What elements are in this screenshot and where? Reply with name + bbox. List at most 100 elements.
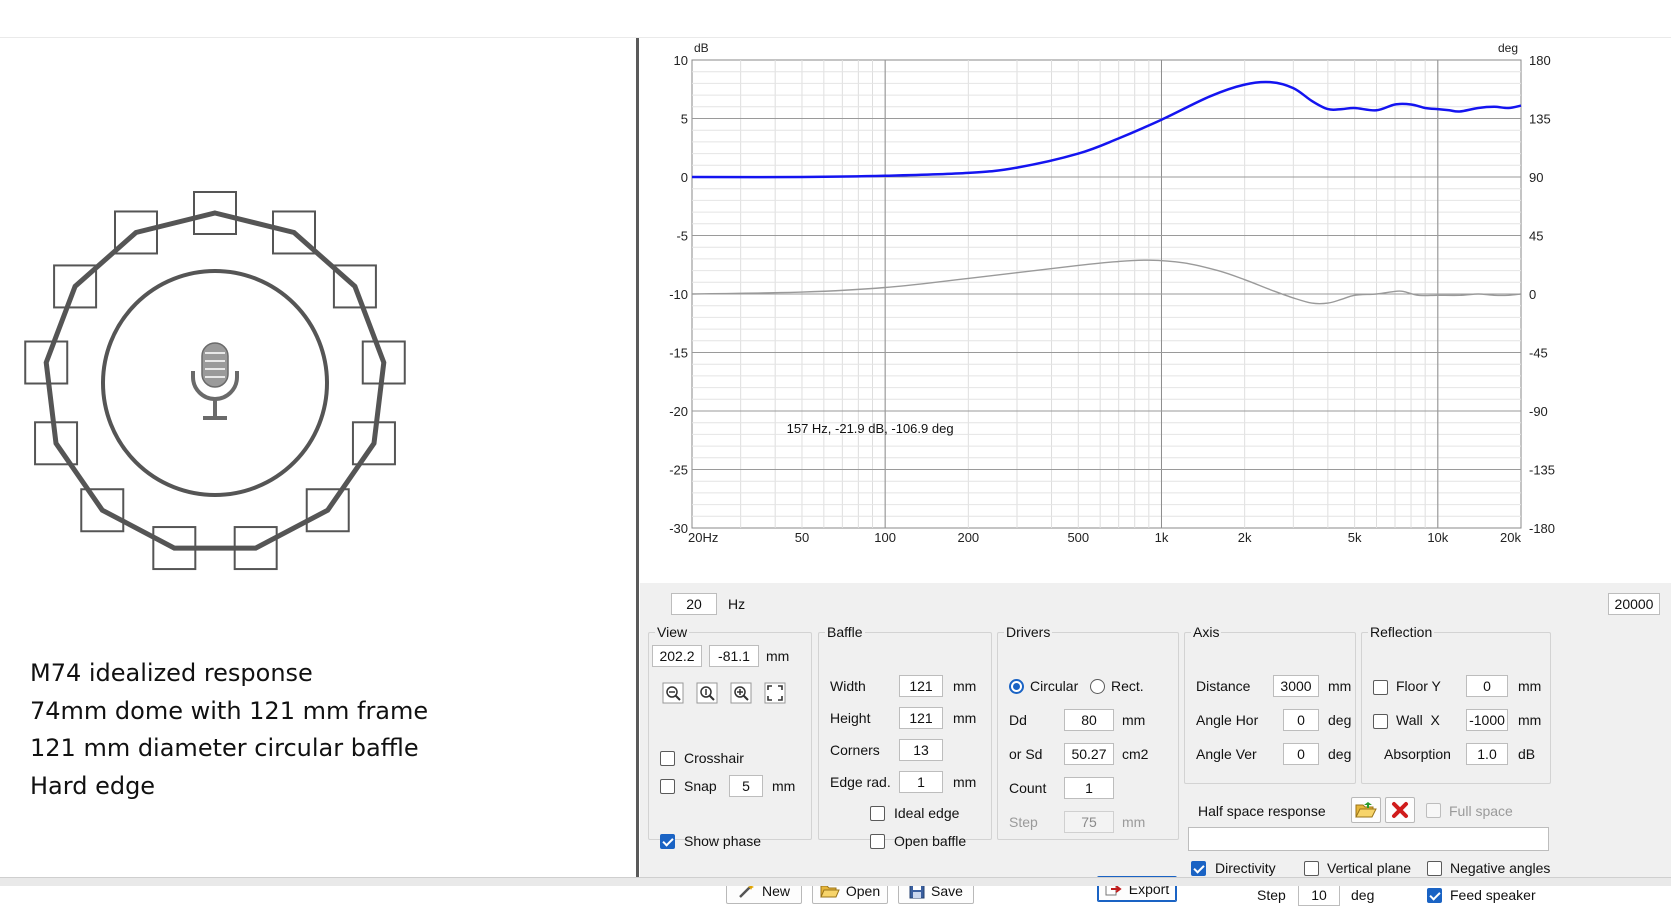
floor-input[interactable]: 0 — [1466, 675, 1508, 697]
circular-radio[interactable] — [1009, 679, 1024, 694]
zoom-in-button[interactable] — [729, 681, 753, 705]
sd-label: or Sd — [1009, 746, 1043, 762]
feed-speaker-label: Feed speaker — [1450, 887, 1536, 903]
crosshair-checkbox[interactable] — [660, 751, 675, 766]
pane-splitter[interactable] — [636, 38, 639, 880]
view-x-field: 202.2 — [652, 645, 702, 667]
sd-unit-label: cm2 — [1122, 746, 1149, 762]
freq-min-input[interactable]: 20 — [671, 593, 717, 615]
fit-to-screen-icon — [764, 682, 786, 704]
freq-max-input[interactable]: 20000 — [1608, 593, 1660, 615]
absorption-input[interactable]: 1.0 — [1466, 743, 1508, 765]
open-baffle-checkbox[interactable] — [870, 834, 885, 849]
note-line: 74mm dome with 121 mm frame — [30, 696, 429, 725]
y2-tick-label: 135 — [1529, 112, 1551, 127]
full-space-checkbox — [1426, 803, 1441, 818]
edge-radius-input[interactable]: 1 — [899, 771, 943, 793]
folder-open-icon — [1355, 802, 1377, 818]
x-tick-label: 20Hz — [688, 530, 718, 545]
microphone-icon — [191, 342, 239, 420]
ideal-edge-checkbox[interactable] — [870, 806, 885, 821]
corners-label: Corners — [830, 742, 880, 758]
negative-angles-checkbox[interactable] — [1427, 861, 1442, 876]
distance-input[interactable]: 3000 — [1273, 675, 1319, 697]
absorption-unit-label: dB — [1518, 746, 1536, 762]
x-tick-label: 5k — [1348, 530, 1362, 545]
height-unit-label: mm — [953, 710, 977, 726]
show-phase-checkbox[interactable] — [660, 834, 675, 849]
angle-ver-input[interactable]: 0 — [1283, 743, 1319, 765]
zoom-out-horizontal-button[interactable] — [661, 681, 685, 705]
floor-unit-label: mm — [1518, 678, 1542, 694]
half-space-open-button[interactable] — [1351, 797, 1381, 823]
wall-checkbox[interactable] — [1373, 714, 1388, 729]
half-space-label: Half space response — [1198, 803, 1326, 819]
half-space-path-field[interactable] — [1188, 827, 1549, 851]
zoom-fit-button[interactable] — [763, 681, 787, 705]
circular-label: Circular — [1030, 678, 1079, 694]
negative-angles-label: Negative angles — [1450, 860, 1551, 876]
driver-step-unit-label: mm — [1122, 814, 1146, 830]
sd-input[interactable]: 50.27 — [1064, 743, 1114, 765]
baffle-group-title: Baffle — [825, 624, 865, 640]
y-tick-label: 10 — [674, 53, 688, 68]
y2-axis-unit: deg — [1498, 41, 1518, 55]
snap-checkbox[interactable] — [660, 779, 675, 794]
count-input[interactable]: 1 — [1064, 777, 1114, 799]
y-tick-label: -30 — [669, 521, 688, 536]
view-unit-label: mm — [766, 648, 790, 664]
vertical-plane-checkbox[interactable] — [1304, 861, 1319, 876]
drivers-group: Drivers — [997, 624, 1179, 840]
crosshair-label: Crosshair — [684, 750, 744, 766]
zoom-in-vertical-button[interactable] — [695, 681, 719, 705]
count-label: Count — [1009, 780, 1047, 796]
floor-label: Floor Y — [1396, 678, 1441, 694]
vertical-plane-label: Vertical plane — [1327, 860, 1412, 876]
snap-input[interactable]: 5 — [729, 775, 763, 797]
zoom-in-icon — [730, 682, 752, 704]
view-group-title: View — [655, 624, 690, 640]
grid-lines — [692, 60, 1521, 528]
y2-tick-label: -45 — [1529, 346, 1548, 361]
response-plot[interactable]: 10 5 0 -5 -10 -15 -20 -25 -30 180 135 90 45 0 -45 -90 -1… — [640, 38, 1671, 583]
edge-radius-label: Edge rad. — [830, 774, 891, 790]
y-tick-label: -15 — [669, 346, 688, 361]
wall-input[interactable]: -1000 — [1466, 709, 1508, 731]
feed-speaker-checkbox[interactable] — [1427, 888, 1442, 903]
y2-tick-label: 45 — [1529, 229, 1543, 244]
angle-ver-unit-label: deg — [1328, 746, 1352, 762]
corners-input[interactable]: 13 — [899, 739, 943, 761]
y2-tick-label: -180 — [1529, 521, 1555, 536]
angle-ver-label: Angle Ver — [1196, 746, 1257, 762]
ideal-edge-label: Ideal edge — [894, 805, 960, 821]
directivity-step-input[interactable]: 10 — [1298, 884, 1340, 906]
height-input[interactable]: 121 — [899, 707, 943, 729]
rect-radio[interactable] — [1090, 679, 1105, 694]
x-tick-label: 1k — [1155, 530, 1169, 545]
dd-label: Dd — [1009, 712, 1027, 728]
baffle-diagram — [24, 191, 406, 571]
y-tick-label: 5 — [681, 112, 688, 127]
y2-tick-label: 180 — [1529, 53, 1551, 68]
response-chart[interactable]: 1050-5-10-15-20-25-3018013590450-45-90-1… — [640, 38, 1671, 583]
floor-checkbox[interactable] — [1373, 680, 1388, 695]
half-space-clear-button[interactable] — [1385, 797, 1415, 823]
width-unit-label: mm — [953, 678, 977, 694]
cursor-readout: 157 Hz, -21.9 dB, -106.9 deg — [787, 421, 954, 436]
directivity-checkbox[interactable] — [1191, 861, 1206, 876]
y-tick-label: 0 — [681, 170, 688, 185]
note-line: 121 mm diameter circular baffle — [30, 734, 419, 762]
absorption-label: Absorption — [1384, 746, 1451, 762]
angle-hor-input[interactable]: 0 — [1283, 709, 1319, 731]
y-tick-label: -20 — [669, 404, 688, 419]
y2-tick-label: -90 — [1529, 404, 1548, 419]
x-tick-label: 200 — [957, 530, 979, 545]
baffle-diffraction-app: 10 5 0 -5 -10 -15 -20 -25 -30 180 135 90 45 0 -45 -90 -1… — [640, 38, 1671, 906]
snap-label: Snap — [684, 778, 717, 794]
dd-input[interactable]: 80 — [1064, 709, 1114, 731]
x-tick-label: 50 — [795, 530, 809, 545]
y-tick-label: -25 — [669, 463, 688, 478]
y2-tick-label: 90 — [1529, 170, 1543, 185]
x-tick-label: 100 — [874, 530, 896, 545]
width-input[interactable]: 121 — [899, 675, 943, 697]
